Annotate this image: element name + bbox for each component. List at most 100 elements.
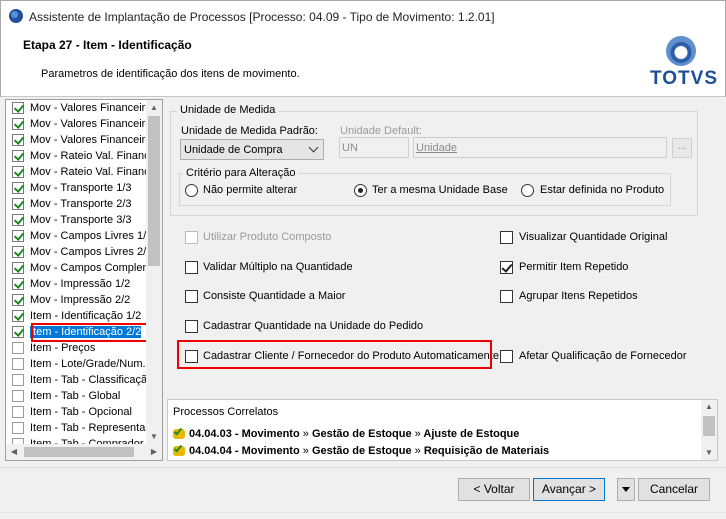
consiste-quantidade-label: Consiste Quantidade a Maior: [203, 290, 346, 302]
agrupar-itens-label: Agrupar Itens Repetidos: [519, 290, 638, 302]
scroll-up-arrow-icon[interactable]: ▲: [146, 100, 162, 116]
related-process-code: 04.04.04: [189, 445, 232, 457]
related-process-code: 04.04.03: [189, 428, 232, 440]
scroll-down-arrow-icon[interactable]: ▼: [146, 429, 162, 445]
related-process-path1: Movimento: [241, 445, 300, 457]
step-list-item[interactable]: Item - Tab - Classificação: [6, 372, 147, 388]
step-list-item[interactable]: Mov - Valores Financeiros: [6, 100, 147, 116]
unidade-padrao-value: Unidade de Compra: [184, 144, 283, 156]
steps-list[interactable]: Mov - Valores Financeiros Mov - Valores F…: [6, 100, 147, 445]
validar-multiplo-checkbox[interactable]: [185, 261, 198, 274]
step-list-item-label: Item - Tab - Opcional: [30, 406, 132, 418]
step-list-item-label: Item - Identificação 1/2: [30, 310, 142, 322]
step-list-item[interactable]: Mov - Impressão 1/2: [6, 276, 147, 292]
cadastrar-cliente-checkbox[interactable]: [185, 350, 198, 363]
step-done-check-icon: [12, 102, 24, 114]
step-list-item[interactable]: Mov - Rateio Val. Financeiros: [6, 148, 147, 164]
step-list-item[interactable]: Mov - Campos Livres 2/2: [6, 244, 147, 260]
unidade-default-name[interactable]: Unidade: [413, 137, 667, 158]
related-vertical-scrollbar[interactable]: ▲ ▼: [701, 400, 717, 460]
step-done-check-icon: [12, 166, 24, 178]
step-list-item-label: Mov - Rateio Val. Financeiros: [30, 166, 147, 178]
step-done-check-icon: [12, 118, 24, 130]
related-separator: »: [414, 428, 421, 440]
step-list-item[interactable]: Item - Tab - Opcional: [6, 404, 147, 420]
step-list-item[interactable]: Mov - Campos Livres 1/2: [6, 228, 147, 244]
step-list-item[interactable]: Mov - Transporte 3/3: [6, 212, 147, 228]
radio-definida-produto[interactable]: [521, 184, 534, 197]
criterio-legend: Critério para Alteração: [183, 167, 299, 179]
steps-navigation[interactable]: Mov - Valores Financeiros Mov - Valores F…: [5, 99, 163, 461]
step-done-check-icon: [12, 326, 24, 338]
permitir-item-repetido-checkbox[interactable]: [500, 261, 513, 274]
step-done-check-icon: [12, 294, 24, 306]
related-process-path1: Movimento: [241, 428, 300, 440]
next-button[interactable]: Avançar >: [533, 478, 605, 501]
step-list-item[interactable]: Item - Tab - Representantes: [6, 420, 147, 436]
step-list-item[interactable]: Mov - Rateio Val. Financeiros: [6, 164, 147, 180]
hscroll-thumb[interactable]: [24, 447, 134, 457]
step-pending-icon: [12, 422, 24, 434]
step-list-item[interactable]: Mov - Campos Complementares: [6, 260, 147, 276]
related-process-link[interactable]: 04.04.04 - Movimento » Gestão de Estoque…: [172, 443, 549, 459]
step-list-item-label: Mov - Impressão 2/2: [30, 294, 131, 306]
radio-nao-permite[interactable]: [185, 184, 198, 197]
related-separator: »: [414, 445, 421, 457]
scroll-thumb[interactable]: [148, 116, 160, 266]
steps-vertical-scrollbar[interactable]: ▲ ▼: [146, 100, 162, 445]
unidade-default-label: Unidade Default:: [340, 125, 422, 137]
step-list-item[interactable]: Item - Identificação 1/2: [6, 308, 147, 324]
scroll-down-arrow-icon[interactable]: ▼: [701, 446, 717, 460]
footer-divider: [0, 467, 726, 468]
scroll-left-arrow-icon[interactable]: ◀: [6, 444, 22, 460]
step-content: Unidade de Medida Unidade de Medida Padr…: [167, 99, 720, 396]
step-list-item[interactable]: Item - Identificação 2/2: [6, 324, 147, 340]
step-list-item-label: Mov - Campos Livres 2/2: [30, 246, 147, 258]
step-list-item-label: Mov - Impressão 1/2: [30, 278, 131, 290]
step-done-check-icon: [12, 150, 24, 162]
step-list-item[interactable]: Mov - Transporte 1/3: [6, 180, 147, 196]
scroll-up-arrow-icon[interactable]: ▲: [701, 400, 717, 414]
step-list-item[interactable]: Mov - Valores Financeiros: [6, 132, 147, 148]
unidade-lookup-button[interactable]: ...: [672, 138, 692, 158]
step-list-item[interactable]: Item - Lote/Grade/Num. Série: [6, 356, 147, 372]
steps-horizontal-scrollbar[interactable]: ◀ ▶: [6, 444, 162, 460]
radio-mesma-unidade[interactable]: [354, 184, 367, 197]
related-process-path3: Requisição de Materiais: [423, 445, 550, 457]
process-check-icon: [172, 426, 186, 440]
step-done-check-icon: [12, 230, 24, 242]
permitir-item-repetido-label: Permitir Item Repetido: [519, 261, 629, 273]
unidade-medida-legend: Unidade de Medida: [177, 104, 279, 116]
options-menu-button[interactable]: [617, 478, 635, 501]
related-scroll-thumb[interactable]: [703, 416, 715, 436]
cancel-button[interactable]: Cancelar: [638, 478, 710, 501]
visualizar-quantidade-checkbox[interactable]: [500, 231, 513, 244]
step-list-item-label: Mov - Transporte 1/3: [30, 182, 132, 194]
step-done-check-icon: [12, 246, 24, 258]
logo-ring-icon: [666, 36, 696, 66]
step-list-item[interactable]: Mov - Valores Financeiros: [6, 116, 147, 132]
related-process-link[interactable]: 04.04.03 - Movimento » Gestão de Estoque…: [172, 426, 519, 442]
step-pending-icon: [12, 390, 24, 402]
step-list-item[interactable]: Item - Tab - Global: [6, 388, 147, 404]
utilizar-produto-composto-checkbox[interactable]: [185, 231, 198, 244]
agrupar-itens-checkbox[interactable]: [500, 290, 513, 303]
step-title: Etapa 27 - Item - Identificação: [23, 38, 192, 52]
step-list-item-label: Mov - Transporte 3/3: [30, 214, 132, 226]
step-list-item[interactable]: Item - Preços: [6, 340, 147, 356]
scroll-right-arrow-icon[interactable]: ▶: [146, 444, 162, 460]
unidade-padrao-select[interactable]: Unidade de Compra: [180, 139, 324, 160]
back-button[interactable]: < Voltar: [458, 478, 530, 501]
step-list-item-label: Mov - Campos Complementares: [30, 262, 147, 274]
step-list-item-label: Mov - Valores Financeiros: [30, 118, 147, 130]
unidade-default-code[interactable]: UN: [339, 137, 409, 158]
step-done-check-icon: [12, 134, 24, 146]
afetar-qualificacao-checkbox[interactable]: [500, 350, 513, 363]
step-list-item-label: Item - Tab - Classificação: [30, 374, 147, 386]
step-pending-icon: [12, 342, 24, 354]
cadastrar-quantidade-checkbox[interactable]: [185, 320, 198, 333]
consiste-quantidade-checkbox[interactable]: [185, 290, 198, 303]
step-list-item[interactable]: Mov - Transporte 2/3: [6, 196, 147, 212]
step-list-item[interactable]: Mov - Impressão 2/2: [6, 292, 147, 308]
step-pending-icon: [12, 406, 24, 418]
